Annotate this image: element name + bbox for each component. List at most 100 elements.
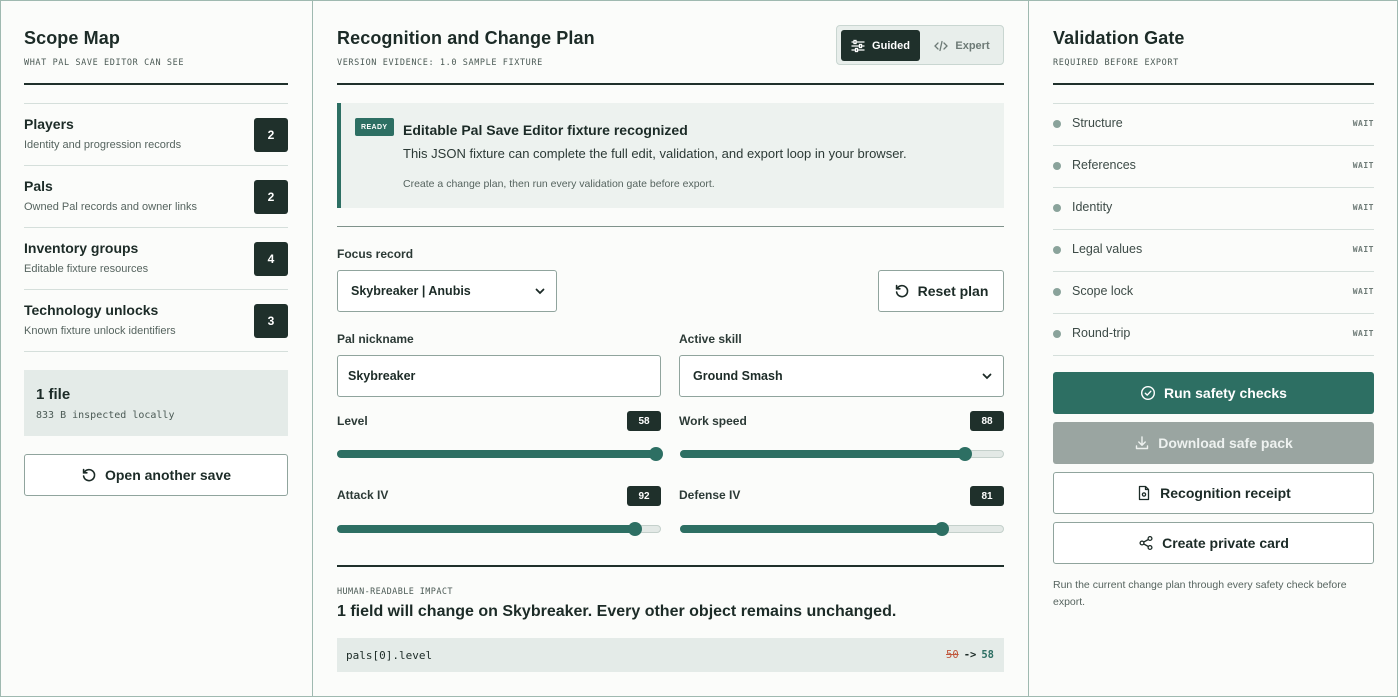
scope-row-subtitle: Owned Pal records and owner links: [24, 201, 198, 213]
attack-iv-slider[interactable]: [337, 522, 661, 536]
check-label: Scope lock: [1072, 284, 1134, 298]
diff-old-value: 50: [946, 649, 959, 661]
check-label: Identity: [1072, 200, 1113, 214]
active-skill-value: Ground Smash: [693, 369, 783, 383]
status-dot: [1053, 204, 1061, 212]
work-speed-label: Work speed: [679, 414, 747, 428]
change-plan-panel: Recognition and Change Plan VERSION EVID…: [313, 0, 1029, 697]
level-value-badge: 58: [627, 411, 661, 431]
diff-arrow: ->: [963, 649, 977, 661]
scope-row-subtitle: Identity and progression records: [24, 139, 182, 151]
sliders-icon: [851, 39, 865, 52]
check-status: WAIT: [1352, 329, 1374, 338]
active-skill-select[interactable]: Ground Smash: [679, 355, 1004, 397]
scope-row-players: Players Identity and progression records…: [24, 103, 288, 165]
scope-row-inventory-groups: Inventory groups Editable fixture resour…: [24, 227, 288, 289]
impact-summary: 1 field will change on Skybreaker. Every…: [337, 603, 897, 620]
validation-gate-title: Validation Gate: [1053, 28, 1185, 48]
notice-title: Editable Pal Save Editor fixture recogni…: [403, 122, 688, 138]
reset-plan-button[interactable]: Reset plan: [878, 270, 1004, 312]
mode-toggle: Guided Expert: [836, 25, 1004, 65]
check-status: WAIT: [1352, 287, 1374, 296]
level-label: Level: [337, 414, 368, 428]
divider: [337, 565, 1004, 567]
status-dot: [1053, 288, 1061, 296]
open-another-save-button[interactable]: Open another save: [24, 454, 288, 496]
notice-note: Create a change plan, then run every val…: [403, 178, 715, 190]
focus-record-select[interactable]: Skybreaker | Anubis: [337, 270, 557, 312]
divider: [24, 351, 288, 352]
validation-gate-panel: Validation Gate REQUIRED BEFORE EXPORT S…: [1029, 0, 1398, 697]
guided-label: Guided: [872, 39, 910, 52]
count-badge: 4: [254, 242, 288, 276]
check-references: References WAIT: [1053, 145, 1374, 187]
reset-icon: [82, 468, 96, 482]
level-slider[interactable]: [337, 447, 664, 461]
slider-fill: [680, 450, 966, 458]
slider-fill: [337, 450, 657, 458]
slider-thumb[interactable]: [628, 522, 643, 536]
status-dot: [1053, 120, 1061, 128]
pal-nickname-value: Skybreaker: [348, 369, 416, 383]
validation-footnote: Run the current change plan through ever…: [1053, 579, 1347, 608]
divider: [337, 83, 1004, 85]
diff-path: pals[0].level: [346, 649, 433, 662]
slider-thumb[interactable]: [935, 522, 950, 536]
recognition-notice: READY Editable Pal Save Editor fixture r…: [337, 103, 1004, 208]
count-badge: 2: [254, 180, 288, 214]
attack-iv-value-badge: 92: [627, 486, 661, 506]
run-safety-checks-button[interactable]: Run safety checks: [1053, 372, 1374, 414]
create-private-card-label: Create private card: [1162, 535, 1289, 551]
check-circle-icon: [1141, 385, 1156, 401]
create-private-card-button[interactable]: Create private card: [1053, 522, 1374, 564]
reset-icon: [895, 284, 908, 298]
divider: [1053, 83, 1374, 85]
reset-plan-label: Reset plan: [917, 283, 989, 299]
file-count: 1 file: [36, 386, 71, 403]
expert-mode-button[interactable]: Expert: [922, 30, 1002, 61]
divider: [1053, 355, 1374, 356]
count-badge: 3: [254, 304, 288, 338]
chevron-down-icon: [535, 288, 545, 295]
work-speed-slider[interactable]: [680, 447, 1004, 461]
diff-row: pals[0].level 50 -> 58: [337, 638, 1004, 672]
status-dot: [1053, 162, 1061, 170]
scope-row-technology-unlocks: Technology unlocks Known fixture unlock …: [24, 289, 288, 351]
scope-map-panel: Scope Map WHAT PAL SAVE EDITOR CAN SEE P…: [0, 0, 313, 697]
version-evidence: VERSION EVIDENCE: 1.0 SAMPLE FIXTURE: [337, 58, 543, 68]
recognition-receipt-button[interactable]: Recognition receipt: [1053, 472, 1374, 514]
scope-map-title: Scope Map: [24, 28, 120, 48]
download-safe-pack-button[interactable]: Download safe pack: [1053, 422, 1374, 464]
diff-change: 50 -> 58: [946, 649, 994, 661]
pal-nickname-label: Pal nickname: [337, 332, 414, 346]
scope-row-subtitle: Editable fixture resources: [24, 263, 149, 275]
slider-thumb[interactable]: [649, 447, 664, 461]
slider-thumb[interactable]: [958, 447, 973, 461]
check-label: Round-trip: [1072, 326, 1131, 340]
check-structure: Structure WAIT: [1053, 103, 1374, 145]
scope-row-title: Inventory groups: [24, 240, 139, 256]
file-summary: 1 file 833 B inspected locally: [24, 370, 288, 436]
check-label: Structure: [1072, 116, 1123, 130]
guided-mode-button[interactable]: Guided: [841, 30, 920, 61]
run-safety-checks-label: Run safety checks: [1164, 385, 1287, 401]
count-badge: 2: [254, 118, 288, 152]
pal-nickname-input[interactable]: Skybreaker: [337, 355, 661, 397]
expert-label: Expert: [955, 39, 990, 52]
check-status: WAIT: [1352, 245, 1374, 254]
divider: [24, 83, 288, 85]
scope-row-subtitle: Known fixture unlock identifiers: [24, 325, 176, 337]
scope-row-title: Players: [24, 116, 74, 132]
check-status: WAIT: [1352, 161, 1374, 170]
download-icon: [1136, 436, 1149, 450]
scope-row-pals: Pals Owned Pal records and owner links 2: [24, 165, 288, 227]
scope-map-subtitle: WHAT PAL SAVE EDITOR CAN SEE: [24, 58, 185, 68]
focus-record-label: Focus record: [337, 247, 414, 261]
defense-iv-slider[interactable]: [680, 522, 1004, 536]
impact-heading: HUMAN-READABLE IMPACT: [337, 587, 453, 597]
defense-iv-label: Defense IV: [679, 488, 741, 502]
ready-badge: READY: [355, 118, 394, 136]
status-dot: [1053, 246, 1061, 254]
defense-iv-value-badge: 81: [970, 486, 1004, 506]
code-icon: [934, 40, 949, 51]
